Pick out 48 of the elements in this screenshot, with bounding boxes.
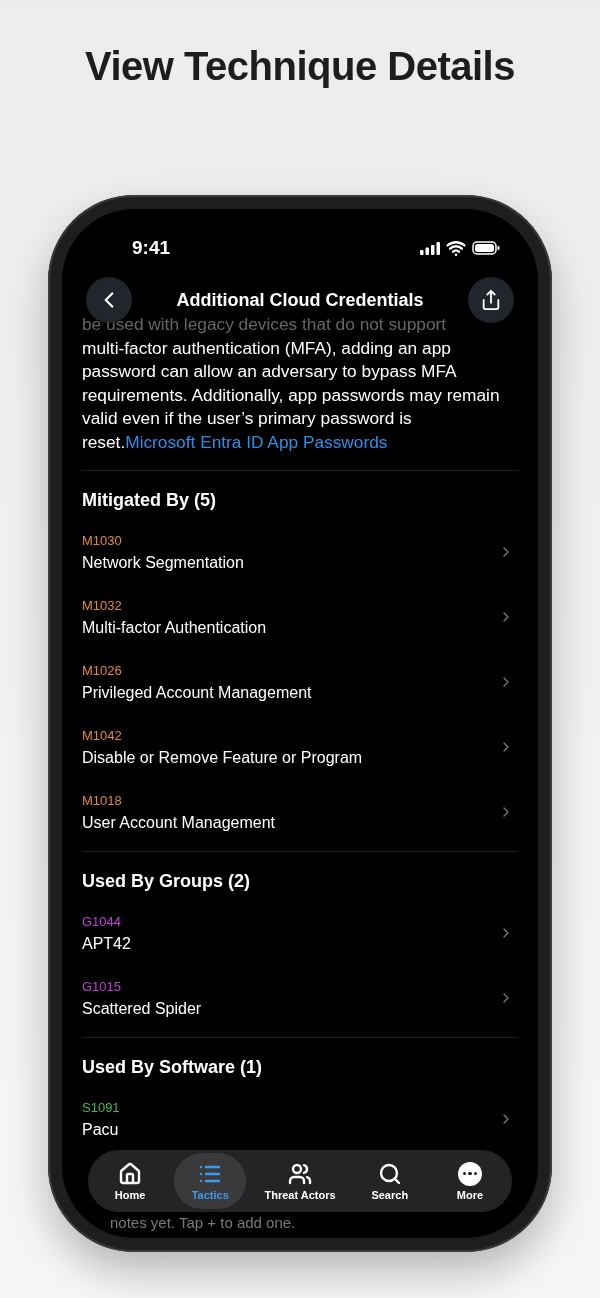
description-text: multi-factor authentication (MFA), adding an app password can allow an adversary to bypass MFA requirements. Additionally, app passwords may remain valid even if the user’s primary password is reset.Microsoft Entra ID App Passwords (82, 336, 501, 454)
people-icon (288, 1161, 312, 1186)
list-row[interactable]: M1032 Multi-factor Authentication (82, 584, 518, 650)
faded-text: be used with legacy devices that do not support (82, 313, 448, 336)
item-name: Privileged Account Management (82, 682, 312, 703)
search-icon (377, 1161, 402, 1186)
signal-icon (420, 241, 440, 255)
item-id: M1018 (82, 791, 123, 810)
tab-item[interactable]: More (434, 1153, 506, 1209)
list-row[interactable]: M1018 User Account Management (82, 779, 518, 845)
notes-empty-text: notes yet. Tap + to add one. (110, 1213, 296, 1231)
list-row[interactable]: M1042 Disable or Remove Feature or Program (82, 714, 518, 780)
item-id: M1030 (82, 531, 123, 550)
screen-title: Additional Cloud Credentials (176, 289, 424, 311)
share-icon (480, 289, 502, 311)
section-title: Used By Software (1) (82, 1055, 264, 1079)
item-id: G1015 (82, 977, 123, 996)
item-id: M1026 (82, 661, 123, 680)
page-title: View Technique Details (85, 44, 515, 90)
status-time: 9:41 (132, 237, 171, 259)
list-row[interactable]: M1026 Privileged Account Management (82, 649, 518, 715)
item-name: Multi-factor Authentication (82, 617, 267, 638)
item-id: M1042 (82, 726, 123, 745)
item-name: APT42 (82, 933, 131, 954)
item-name: Network Segmentation (82, 552, 244, 573)
section-title: Mitigated By (5) (82, 488, 217, 512)
section-title: Used By Groups (2) (82, 869, 252, 893)
list-row[interactable]: G1015 Scattered Spider (82, 965, 518, 1031)
list-row[interactable]: M1030 Network Segmentation (82, 519, 518, 585)
item-name: Disable or Remove Feature or Program (82, 747, 363, 768)
item-name: User Account Management (82, 812, 275, 833)
tab-item[interactable]: Threat Actors (254, 1153, 346, 1209)
item-id: S1091 (82, 1098, 120, 1117)
tab-item[interactable]: Home (94, 1153, 166, 1209)
list-row[interactable]: S1091 Pacu (82, 1086, 518, 1152)
list-row[interactable]: G1044 APT42 (82, 900, 518, 966)
item-id: M1032 (82, 596, 123, 615)
reference-link[interactable]: Microsoft Entra ID App Passwords (125, 431, 388, 452)
more-icon (458, 1161, 482, 1186)
share-button[interactable] (468, 277, 514, 323)
item-name: Pacu (82, 1119, 120, 1140)
item-name: Scattered Spider (82, 998, 202, 1019)
tab-item[interactable]: Search (353, 1153, 426, 1209)
battery-icon (472, 241, 500, 255)
home-icon (118, 1161, 142, 1186)
item-id: G1044 (82, 912, 123, 931)
wifi-icon (446, 238, 466, 258)
tab-item[interactable]: Tactics (174, 1153, 247, 1209)
